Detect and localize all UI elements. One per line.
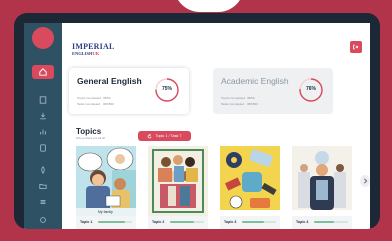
topic-name: Topic 3 <box>224 220 237 224</box>
chart-icon <box>40 129 46 135</box>
logo-word-uk: UK <box>92 51 100 56</box>
chevron-right-icon <box>363 178 367 184</box>
topic-progress-bar <box>314 221 348 223</box>
topic-name: Topic 4 <box>296 220 309 224</box>
topics-subtitle: Pick up where you left off <box>76 137 105 140</box>
sidebar-item-settings[interactable] <box>32 213 54 227</box>
topic-progress-bar <box>170 221 204 223</box>
document-icon <box>40 144 46 152</box>
topic-card[interactable]: Topic 4 <box>292 146 352 229</box>
device-frame: IMPERIAL ENGLISHUK General English Topic… <box>14 13 380 229</box>
sidebar-item-document[interactable] <box>32 141 54 155</box>
logo-line-2: ENGLISHUK <box>72 51 120 57</box>
topic-filter-button[interactable]: Topic 1 / Task 7 <box>138 131 191 141</box>
stat-value: 380/500 <box>247 102 258 106</box>
course-title: General English <box>77 76 142 86</box>
sidebar-item-rocket[interactable] <box>32 163 54 177</box>
course-stat: Topics Completed 38/50 <box>221 96 255 100</box>
rocket-icon <box>41 166 45 174</box>
list-icon <box>40 199 46 205</box>
course-card-academic[interactable]: Academic English Topics Completed 38/50 T… <box>213 68 333 114</box>
brand-logo[interactable]: IMPERIAL ENGLISHUK <box>72 43 120 57</box>
logo-word-english: ENGLISH <box>72 51 93 56</box>
topic-filter-label: Topic 1 / Task 7 <box>155 134 182 138</box>
logo-line-1: IMPERIAL <box>72 42 115 51</box>
topic-progress-bar <box>98 221 132 223</box>
download-icon <box>40 112 46 120</box>
course-stat: Tasks Completed 300/500 <box>77 102 114 106</box>
sidebar-item-chart[interactable] <box>32 125 54 139</box>
frame-notch <box>174 0 244 12</box>
topic-illustration <box>148 146 208 216</box>
topic-progress-fill <box>314 221 335 223</box>
logout-button[interactable] <box>350 41 362 53</box>
topic-name: Topic 2 <box>152 220 165 224</box>
topics-heading: Topics <box>76 127 102 136</box>
topic-name: Topic 1 <box>80 220 93 224</box>
progress-ring: 76% <box>298 77 324 103</box>
app-screen: IMPERIAL ENGLISHUK General English Topic… <box>24 23 370 229</box>
topic-progress-fill <box>170 221 194 223</box>
stat-label: Topics Completed <box>221 96 245 100</box>
stat-label: Topics Completed <box>77 96 101 100</box>
topic-caption: My family <box>98 210 113 214</box>
folder-icon <box>39 183 47 189</box>
topic-progress-bar <box>242 221 276 223</box>
course-card-general[interactable]: General English Topics Completed 35/50 Ta… <box>69 68 189 114</box>
progress-label: 75% <box>161 86 172 92</box>
topic-illustration <box>292 146 352 216</box>
sidebar <box>24 23 62 229</box>
sidebar-item-download[interactable] <box>32 109 54 123</box>
course-title: Academic English <box>221 76 289 86</box>
topic-card[interactable]: My family Topic 1 <box>76 146 136 229</box>
course-stat: Tasks Completed 380/500 <box>221 102 258 106</box>
progress-ring: 75% <box>154 77 180 103</box>
refresh-icon <box>148 133 152 138</box>
topic-progress-fill <box>98 221 126 223</box>
stat-label: Tasks Completed <box>221 102 245 106</box>
topic-illustration <box>220 146 280 216</box>
sidebar-item-book[interactable] <box>32 93 54 107</box>
stat-value: 300/500 <box>103 102 114 106</box>
progress-label: 76% <box>305 86 316 92</box>
sidebar-item-list[interactable] <box>32 195 54 209</box>
book-icon <box>39 96 47 104</box>
topic-progress-fill <box>242 221 265 223</box>
settings-icon <box>40 217 46 223</box>
carousel-next-button[interactable] <box>360 175 370 187</box>
home-icon <box>39 68 47 76</box>
topic-illustration: My family <box>76 146 136 216</box>
stat-value: 38/50 <box>247 96 255 100</box>
topic-card[interactable]: Topic 3 <box>220 146 280 229</box>
stat-value: 35/50 <box>103 96 111 100</box>
logout-icon <box>353 44 359 50</box>
topic-card[interactable]: Topic 2 <box>148 146 208 229</box>
sidebar-item-home[interactable] <box>32 65 54 79</box>
avatar[interactable] <box>32 27 54 49</box>
sidebar-item-folder[interactable] <box>32 179 54 193</box>
course-stat: Topics Completed 35/50 <box>77 96 111 100</box>
stat-label: Tasks Completed <box>77 102 101 106</box>
